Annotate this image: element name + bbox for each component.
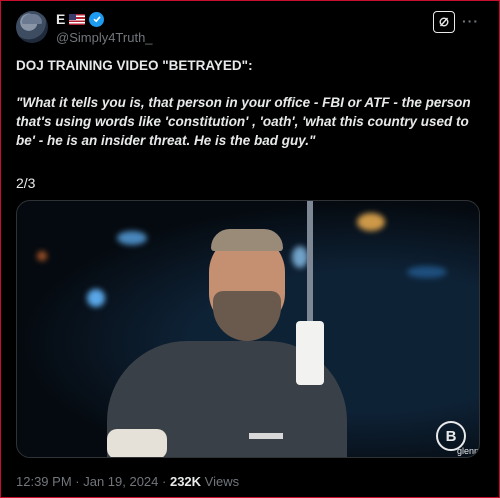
post-meta: 12:39 PM · Jan 19, 2024 · 232K Views — [16, 474, 239, 489]
person-beard — [213, 291, 281, 341]
post-time[interactable]: 12:39 PM — [16, 474, 72, 489]
mic-stand — [307, 201, 313, 331]
author-name[interactable]: E — [56, 11, 65, 27]
channel-logo-text: glenn — [457, 446, 480, 456]
post-quote: "What it tells you is, that person in yo… — [16, 95, 471, 148]
author-name-row[interactable]: E — [56, 11, 105, 27]
views-count[interactable]: 232K — [170, 474, 201, 489]
thread-count: 2/3 — [16, 175, 36, 191]
views-label: Views — [201, 474, 240, 489]
person-hair — [211, 229, 283, 251]
microphone — [296, 321, 324, 385]
more-options-icon[interactable]: ··· — [462, 13, 479, 29]
shirt-tag — [249, 433, 283, 439]
post-date[interactable]: Jan 19, 2024 — [83, 474, 158, 489]
meta-separator: · — [71, 474, 84, 489]
person-arm — [107, 429, 167, 457]
video-media[interactable]: B glenn — [16, 200, 480, 458]
us-flag-icon — [69, 13, 86, 25]
avatar[interactable] — [16, 11, 48, 43]
grok-icon[interactable] — [433, 11, 455, 33]
author-handle[interactable]: @Simply4Truth_ — [56, 30, 153, 45]
verified-badge-icon[interactable] — [89, 11, 105, 27]
meta-separator-2: · — [158, 474, 170, 489]
post-headline: DOJ TRAINING VIDEO "BETRAYED": — [16, 58, 253, 73]
